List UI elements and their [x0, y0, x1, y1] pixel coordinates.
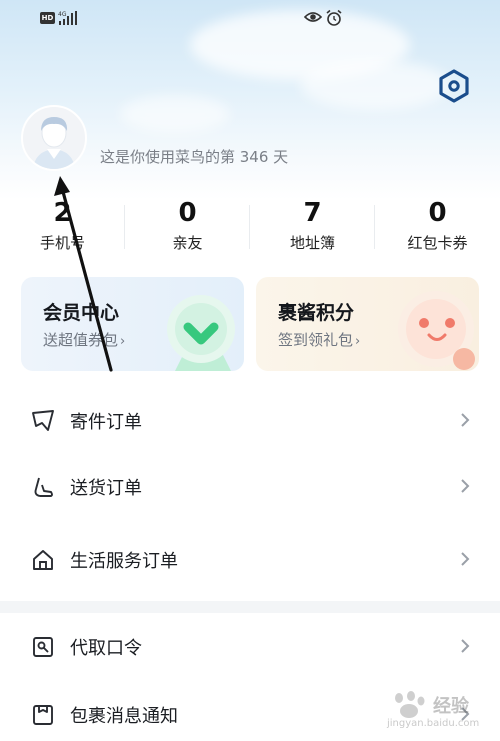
- stat-phone-numbers[interactable]: 2 手机号: [0, 197, 125, 253]
- menu-item-delivery-orders[interactable]: 送货订单: [0, 457, 500, 517]
- chevron-right-icon: [461, 479, 470, 493]
- paper-plane-icon: [32, 410, 54, 431]
- menu-item-label: 包裹消息通知: [70, 706, 178, 727]
- baidu-jingyan-watermark: 经验 jingyan.baidu.com: [385, 690, 495, 736]
- pickup-code-icon: [33, 637, 53, 657]
- vip-card-title: 会员中心: [43, 302, 120, 324]
- svg-text:4G: 4G: [58, 11, 67, 18]
- usage-days-text: 这是你使用菜鸟的第 346 天: [100, 148, 289, 166]
- points-card-subtitle: 签到领礼包 ›: [278, 329, 360, 350]
- menu-item-pickup-code[interactable]: 代取口令: [0, 617, 500, 677]
- stat-address-book[interactable]: 7 地址簿: [250, 197, 375, 253]
- stat-label: 地址簿: [289, 234, 335, 252]
- hd-badge: HD: [40, 12, 55, 24]
- avatar[interactable]: [21, 105, 87, 171]
- points-card-subtitle-text: 签到领礼包: [278, 331, 354, 349]
- menu-item-send-orders[interactable]: 寄件订单: [0, 391, 500, 451]
- vip-card-subtitle: 送超值券包 ›: [43, 329, 125, 350]
- stat-label: 红包卡券: [407, 234, 468, 252]
- message-box-icon: [33, 705, 53, 725]
- points-card[interactable]: 裹酱积分 签到领礼包 ›: [256, 277, 479, 371]
- menu-item-label: 生活服务订单: [70, 551, 178, 572]
- chevron-right-icon: [461, 639, 470, 653]
- home-icon: [33, 550, 53, 570]
- signal-icon: 4G: [58, 11, 77, 25]
- menu-item-label: 代取口令: [70, 638, 142, 659]
- eye-icon: [304, 12, 322, 22]
- stat-coupons[interactable]: 0 红包卡券: [375, 197, 500, 253]
- menu-item-label: 送货订单: [70, 478, 142, 499]
- chevron-right-icon: [461, 413, 470, 427]
- menu-item-life-service-orders[interactable]: 生活服务订单: [0, 530, 500, 590]
- smiley-mascot-icon: [398, 291, 475, 370]
- avatar-figure-icon: [33, 117, 75, 169]
- points-card-title: 裹酱积分: [278, 302, 355, 324]
- vip-center-card[interactable]: 会员中心 送超值券包 ›: [21, 277, 244, 371]
- cloud-decoration: [120, 95, 230, 133]
- stat-value: 7: [303, 198, 322, 228]
- alarm-icon: [326, 9, 342, 26]
- cloud-decoration: [300, 60, 450, 110]
- section-divider: [0, 601, 500, 613]
- watermark-text: 经验: [433, 696, 469, 717]
- stat-label: 亲友: [172, 234, 203, 252]
- watermark-url: jingyan.baidu.com: [387, 718, 480, 729]
- stat-label: 手机号: [39, 234, 85, 252]
- stat-value: 0: [178, 198, 197, 228]
- delivery-hand-icon: [34, 477, 53, 497]
- stat-value: 2: [53, 198, 72, 228]
- paw-logo-icon: [395, 691, 425, 718]
- chevron-right-icon: ›: [355, 334, 361, 349]
- vip-card-subtitle-text: 送超值券包: [43, 331, 119, 349]
- chevron-right-icon: [461, 552, 470, 566]
- menu-item-label: 寄件订单: [70, 412, 142, 433]
- stat-friends[interactable]: 0 亲友: [125, 197, 250, 253]
- chevron-right-icon: ›: [120, 334, 126, 349]
- settings-icon[interactable]: [436, 68, 472, 104]
- stats-row: 2 手机号 0 亲友 7 地址簿 0 红包卡券: [0, 197, 500, 257]
- status-bar: HD 4G: [0, 0, 500, 36]
- stat-value: 0: [428, 198, 447, 228]
- heart-badge-icon: [167, 295, 235, 371]
